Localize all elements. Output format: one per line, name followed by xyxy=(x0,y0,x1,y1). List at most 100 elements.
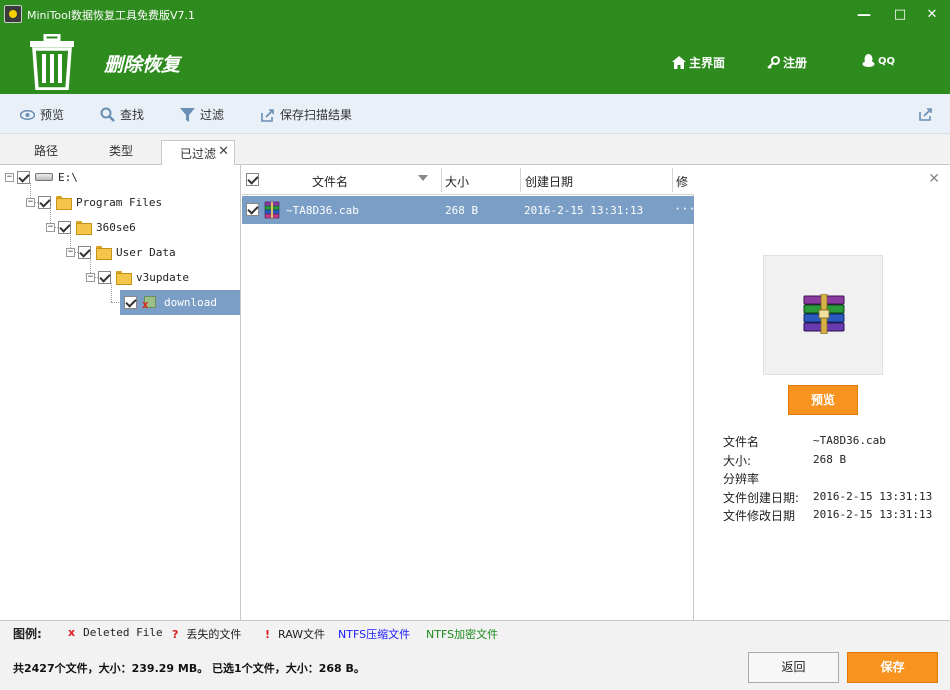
preview-tool-button[interactable]: 预览 xyxy=(20,106,64,123)
preview-value-filename: ~TA8D36.cab xyxy=(813,434,886,447)
sort-desc-icon[interactable] xyxy=(418,175,428,181)
funnel-icon xyxy=(180,107,195,122)
register-nav-label: 注册 xyxy=(783,56,808,70)
tree-checkbox[interactable] xyxy=(98,270,111,284)
column-header-modified[interactable]: 修 xyxy=(676,173,692,190)
app-icon xyxy=(4,5,22,23)
column-header-size[interactable]: 大小 xyxy=(445,173,469,190)
tree-node-label: Program Files xyxy=(76,195,163,209)
collapse-toggle[interactable]: − xyxy=(86,272,95,282)
eye-icon xyxy=(20,109,35,120)
home-nav-link[interactable]: 主界面 xyxy=(672,54,725,71)
trash-icon xyxy=(30,34,74,90)
close-icon[interactable]: ✕ xyxy=(218,144,229,159)
back-button[interactable]: 返回 xyxy=(748,652,839,683)
tree-node-drive-e[interactable]: − E:\ xyxy=(5,167,78,187)
status-summary: 共2427个文件，大小：239.29 MB。 已选1个文件，大小：268 B。 xyxy=(13,662,365,675)
legend-item-lost: ? 丢失的文件 xyxy=(172,626,241,642)
tree-node-program-files[interactable]: − Program Files xyxy=(26,192,162,212)
tree-checkbox[interactable] xyxy=(38,195,51,209)
folder-icon xyxy=(96,245,112,260)
legend-label: RAW文件 xyxy=(278,628,326,641)
folder-icon xyxy=(56,195,72,210)
preview-tool-label: 预览 xyxy=(40,108,65,122)
collapse-toggle[interactable]: − xyxy=(5,172,14,182)
tree-node-360se6[interactable]: − 360se6 xyxy=(46,217,136,237)
find-tool-label: 查找 xyxy=(120,108,145,122)
window-title: MiniTool数据恢复工具免费版V7.1 xyxy=(27,9,195,22)
view-tabs: 路径 类型 已过滤 ✕ xyxy=(0,134,950,165)
folder-icon xyxy=(76,220,92,235)
close-icon[interactable]: ✕ xyxy=(928,171,940,187)
preview-label-created: 文件创建日期: xyxy=(723,491,800,505)
column-header-name[interactable]: 文件名 xyxy=(312,173,348,190)
legend-label: 丢失的文件 xyxy=(186,628,242,641)
column-header-created[interactable]: 创建日期 xyxy=(525,173,573,190)
share-export-icon[interactable] xyxy=(918,107,933,121)
collapse-toggle[interactable]: − xyxy=(46,222,55,232)
export-icon xyxy=(261,108,274,122)
preview-label-filename: 文件名 xyxy=(723,435,760,449)
folder-icon xyxy=(116,270,132,285)
save-scan-tool-label: 保存扫描结果 xyxy=(280,108,353,122)
preview-value-size: 268 B xyxy=(813,453,847,466)
register-nav-link[interactable]: 注册 xyxy=(767,54,807,71)
qq-nav-label: QQ xyxy=(878,55,896,67)
preview-thumbnail xyxy=(763,255,883,375)
filter-tool-button[interactable]: 过滤 xyxy=(180,106,224,123)
file-size-cell: 268 B xyxy=(445,204,479,217)
tab-type[interactable]: 类型 xyxy=(109,142,133,159)
rar-archive-icon xyxy=(264,201,280,219)
minimize-button[interactable]: — xyxy=(852,4,876,26)
raw-mark-icon: ! xyxy=(265,627,271,641)
preview-value-modified: 2016-2-15 13:31:13 xyxy=(813,508,933,521)
tree-checkbox[interactable] xyxy=(58,220,71,234)
tab-path[interactable]: 路径 xyxy=(34,142,58,159)
select-all-checkbox[interactable] xyxy=(246,173,259,186)
home-icon xyxy=(672,56,686,69)
tree-checkbox[interactable] xyxy=(124,296,137,309)
preview-pane: ✕ 预览 文件名 ~TA8D36.cab 大小: 268 B 分辨率 文件创建日… xyxy=(695,165,950,620)
table-row[interactable]: ~TA8D36.cab 268 B 2016-2-15 13:31:13 ··· xyxy=(242,196,696,224)
collapse-toggle[interactable]: − xyxy=(66,247,75,257)
maximize-button[interactable]: □ xyxy=(888,4,912,26)
legend-item-ntfs-encrypted: NTFS加密文件 xyxy=(426,628,499,641)
tab-filtered-label: 已过滤 xyxy=(180,147,217,161)
save-scan-tool-button[interactable]: 保存扫描结果 xyxy=(260,106,352,123)
legend-title: 图例: xyxy=(13,627,42,641)
legend-item-raw: ! RAW文件 xyxy=(265,626,325,642)
deleted-folder-icon: x xyxy=(142,295,158,310)
tree-node-v3update[interactable]: − v3update xyxy=(86,267,189,287)
tree-checkbox[interactable] xyxy=(78,245,91,259)
qq-nav-link[interactable]: QQ xyxy=(862,54,895,68)
tree-node-download[interactable]: x download xyxy=(120,290,240,315)
home-nav-label: 主界面 xyxy=(689,56,726,70)
search-icon xyxy=(100,107,115,122)
deleted-mark-icon: x xyxy=(68,626,76,639)
tree-node-user-data[interactable]: − User Data xyxy=(66,242,176,262)
key-icon xyxy=(767,56,780,69)
collapse-toggle[interactable]: − xyxy=(26,197,35,207)
tree-node-label: User Data xyxy=(116,245,176,259)
tab-filtered[interactable]: 已过滤 ✕ xyxy=(161,140,235,165)
tree-checkbox[interactable] xyxy=(17,170,30,184)
more-options-button[interactable]: ··· xyxy=(674,202,696,216)
qq-penguin-icon xyxy=(862,54,875,67)
file-created-cell: 2016-2-15 13:31:13 xyxy=(524,204,644,217)
filter-tool-label: 过滤 xyxy=(200,108,225,122)
tree-node-label: E:\ xyxy=(58,170,78,184)
file-name-cell: ~TA8D36.cab xyxy=(286,204,359,217)
folder-tree: − E:\ − Program Files − 360se6 − User Da… xyxy=(0,165,241,620)
save-button[interactable]: 保存 xyxy=(847,652,938,683)
find-tool-button[interactable]: 查找 xyxy=(100,106,144,123)
drive-icon xyxy=(35,173,53,181)
preview-button[interactable]: 预览 xyxy=(788,385,858,415)
lost-mark-icon: ? xyxy=(172,627,179,641)
toolbar: 预览 查找 过滤 保存扫描结果 xyxy=(0,94,950,134)
title-bar: MiniTool数据恢复工具免费版V7.1 — □ ✕ xyxy=(0,0,950,30)
app-header: MiniTool数据恢复工具免费版V7.1 — □ ✕ 删除恢复 主界面 注册 … xyxy=(0,0,950,94)
file-list-header: 文件名 大小 创建日期 修 xyxy=(242,165,694,195)
row-checkbox[interactable] xyxy=(246,203,259,216)
close-button[interactable]: ✕ xyxy=(920,4,944,26)
file-list: 文件名 大小 创建日期 修 ~TA8D36.cab 268 B 2016-2-1… xyxy=(242,165,696,620)
